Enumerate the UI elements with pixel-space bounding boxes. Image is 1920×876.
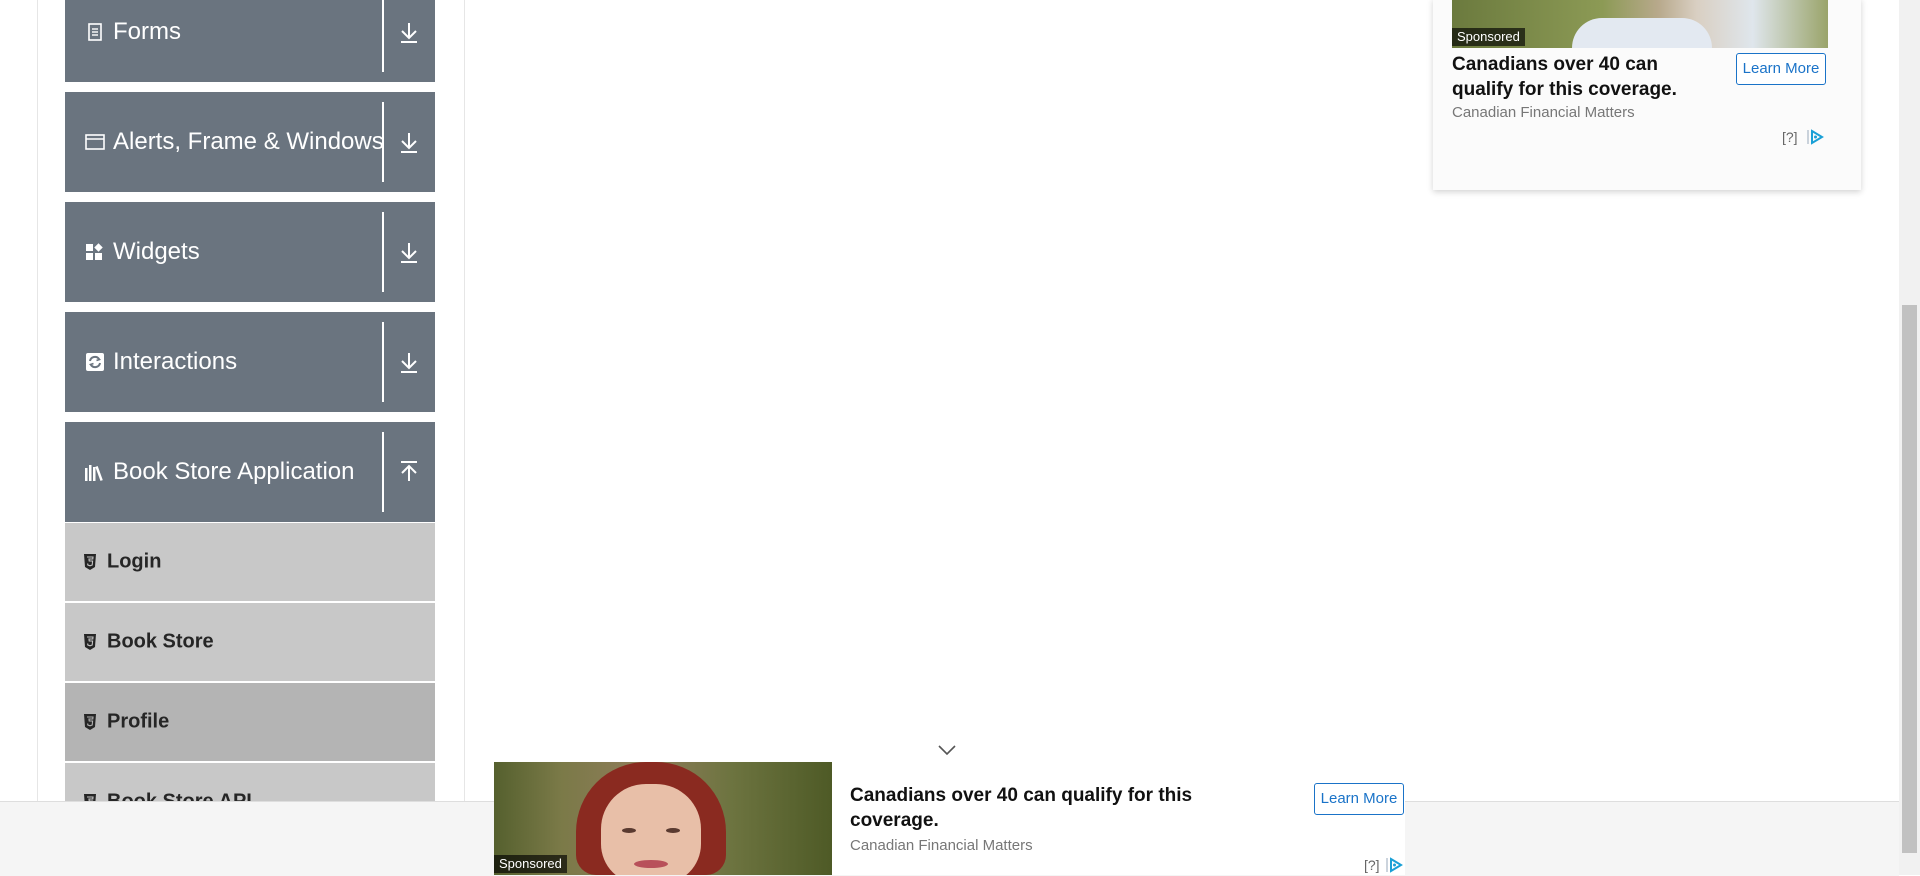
menu-item-profile[interactable]: Profile [65,683,435,762]
group-interactions[interactable]: Interactions [65,312,435,412]
books-icon [85,465,103,481]
menu-item-label: Book Store [107,630,214,653]
html5-icon [84,554,96,570]
ad-top[interactable]: Sponsored Canadians over 40 can qualify … [1433,0,1861,190]
sponsored-tag: Sponsored [1452,28,1525,46]
expand-down-icon[interactable] [396,348,422,376]
group-divider [382,212,384,292]
expand-down-icon[interactable] [396,238,422,266]
widgets-icon [86,243,103,260]
html5-icon [84,714,96,730]
menu-item-label: Profile [107,710,170,733]
group-divider [382,0,384,72]
sidebar-left-border [37,0,38,875]
adchoices-icon[interactable] [1806,129,1824,145]
window-icon [85,134,105,150]
expand-down-icon[interactable] [396,18,422,46]
html5-icon [84,634,96,650]
ad-image-eye [622,828,636,833]
vertical-scrollbar[interactable] [1899,0,1920,875]
group-label: Interactions [113,348,238,375]
ad-headline[interactable]: Canadians over 40 can qualify for this c… [850,783,1240,833]
group-label: Widgets [113,238,200,265]
expand-down-icon[interactable] [396,128,422,156]
ad-bottom[interactable]: Sponsored Canadians over 40 can qualify … [494,762,1405,875]
menu-item-login[interactable]: Login [65,523,435,602]
group-label: Forms [113,18,181,45]
ad-source[interactable]: Canadian Financial Matters [1452,104,1635,121]
group-divider [382,322,384,402]
ad-image-lips [634,860,668,868]
ad-help-link[interactable]: [?] [1782,129,1798,145]
group-book-store-application[interactable]: Book Store Application [65,422,435,522]
group-label: Book Store Application [113,458,355,485]
document-icon [88,23,102,41]
group-label: Alerts, Frame & Windows [113,128,384,155]
ad-help-link[interactable]: [?] [1364,857,1380,873]
menu-item-book-store[interactable]: Book Store [65,603,435,682]
ad-image-collar [1572,18,1712,48]
collapse-up-icon[interactable] [396,458,422,486]
group-forms[interactable]: Forms [65,0,435,82]
learn-more-button[interactable]: Learn More [1736,53,1826,85]
adchoices-icon[interactable] [1385,857,1403,873]
learn-more-button[interactable]: Learn More [1314,783,1404,815]
ad-source[interactable]: Canadian Financial Matters [850,837,1033,854]
ad-headline[interactable]: Canadians over 40 can qualify for this c… [1452,52,1722,102]
sidebar-right-border [464,0,465,875]
scrollbar-thumb[interactable] [1902,305,1917,853]
menu-item-label: Login [107,550,162,573]
sponsored-tag: Sponsored [494,855,567,873]
chevron-down-icon[interactable] [937,744,957,756]
group-divider [382,102,384,182]
group-alerts-frame-windows[interactable]: Alerts, Frame & Windows [65,92,435,192]
group-widgets[interactable]: Widgets [65,202,435,302]
group-divider [382,432,384,512]
interactions-icon [86,353,104,371]
ad-image-eye [666,828,680,833]
